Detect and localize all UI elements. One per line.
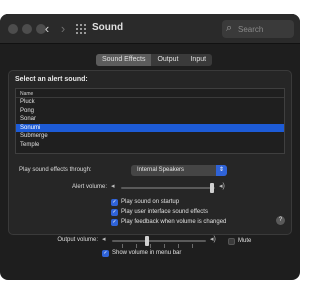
list-item[interactable]: Pluck: [16, 98, 284, 107]
output-device-select[interactable]: Internal Speakers ⇕: [131, 165, 227, 176]
volume-feedback-label: Play feedback when volume is changed: [121, 219, 227, 225]
tab-sound-effects[interactable]: Sound Effects: [96, 54, 152, 66]
menu-bar-checkbox[interactable]: ✓: [102, 249, 109, 257]
alert-sound-list[interactable]: Name Pluck Pong Sonar Sonumi Submerge Te…: [15, 88, 285, 154]
alert-volume-track[interactable]: [121, 187, 215, 189]
search-field[interactable]: ⌕: [222, 20, 294, 38]
alert-sound-heading: Select an alert sound:: [15, 76, 88, 83]
sound-effects-panel: Select an alert sound: Name Pluck Pong S…: [8, 70, 292, 235]
alert-volume-slider-knob[interactable]: [210, 183, 215, 193]
play-through-label: Play sound effects through:: [19, 167, 92, 173]
volume-feedback-option[interactable]: ✓ Play feedback when volume is changed: [111, 218, 226, 226]
title-bar: ‹ › Sound ⌕: [0, 14, 300, 44]
output-volume-slider-knob[interactable]: [144, 236, 149, 246]
chevron-updown-icon: ⇕: [216, 165, 227, 176]
close-window-button[interactable]: [8, 24, 18, 34]
speaker-low-icon: ◂: [102, 236, 106, 243]
search-icon: ⌕: [226, 22, 233, 34]
menu-bar-label: Show volume in menu bar: [112, 250, 182, 256]
window-title: Sound: [92, 22, 124, 33]
output-device-value: Internal Speakers: [137, 167, 185, 173]
list-item-selected[interactable]: Sonumi: [16, 123, 284, 132]
mute-label: Mute: [238, 238, 252, 244]
list-column-header[interactable]: Name: [16, 89, 284, 98]
volume-feedback-checkbox[interactable]: ✓: [111, 218, 118, 226]
slider-tick: [192, 244, 193, 248]
speaker-high-icon: ◂): [219, 183, 225, 190]
sound-preferences-window: ‹ › Sound ⌕ Sound Effects Output Input S…: [0, 14, 300, 280]
mute-option[interactable]: Mute: [228, 237, 251, 245]
mute-checkbox[interactable]: [228, 237, 235, 245]
list-item[interactable]: Submerge: [16, 132, 284, 141]
speaker-low-icon: ◂: [111, 183, 115, 190]
search-input[interactable]: [238, 21, 292, 37]
forward-button[interactable]: ›: [56, 22, 70, 36]
back-button[interactable]: ‹: [40, 22, 54, 36]
minimize-window-button[interactable]: [22, 24, 32, 34]
startup-sound-option[interactable]: ✓ Play sound on startup: [111, 198, 179, 206]
ui-sound-effects-option[interactable]: ✓ Play user interface sound effects: [111, 208, 208, 216]
slider-tick: [122, 244, 123, 248]
list-item[interactable]: Pong: [16, 107, 284, 116]
slider-tick: [178, 244, 179, 248]
speaker-high-icon: ◂): [210, 236, 216, 243]
alert-volume-label: Alert volume:: [71, 184, 107, 190]
show-all-grid-icon[interactable]: [76, 24, 86, 34]
tab-input[interactable]: Input: [184, 54, 212, 66]
tab-bar: Sound Effects Output Input: [96, 54, 213, 66]
slider-tick: [164, 244, 165, 248]
startup-sound-checkbox[interactable]: ✓: [111, 198, 118, 206]
output-volume-track[interactable]: [112, 240, 206, 242]
startup-sound-label: Play sound on startup: [121, 199, 180, 205]
ui-sound-effects-label: Play user interface sound effects: [121, 209, 208, 215]
ui-sound-effects-checkbox[interactable]: ✓: [111, 208, 118, 216]
list-item[interactable]: Temple: [16, 141, 284, 150]
menu-bar-option[interactable]: ✓ Show volume in menu bar: [102, 249, 181, 257]
output-volume-label: Output volume:: [57, 237, 98, 243]
help-button[interactable]: ?: [276, 216, 285, 225]
tab-output[interactable]: Output: [151, 54, 184, 66]
slider-tick: [136, 244, 137, 248]
list-item[interactable]: Sonar: [16, 115, 284, 124]
slider-tick: [150, 244, 151, 248]
